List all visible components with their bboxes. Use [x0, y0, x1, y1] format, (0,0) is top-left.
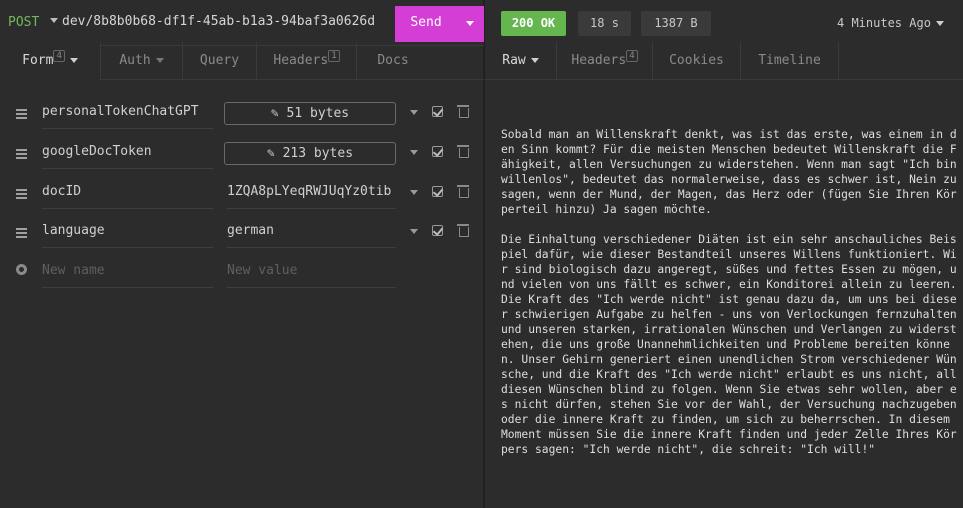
new-value-input[interactable]: New value: [227, 262, 396, 288]
history-dropdown[interactable]: 4 Minutes Ago: [837, 16, 944, 30]
tab-query[interactable]: Query: [183, 42, 257, 80]
drag-handle-icon[interactable]: [16, 189, 27, 199]
response-tabs: Raw Headers 4 Cookies Timeline: [485, 42, 963, 80]
tab-raw-label: Raw: [502, 53, 526, 68]
field-type-caret-icon[interactable]: [410, 190, 418, 195]
file-value-button[interactable]: ✎ 213 bytes: [224, 142, 396, 165]
enabled-checkbox[interactable]: [432, 146, 443, 157]
tab-raw[interactable]: Raw: [485, 42, 557, 80]
request-pane: POST dev/8b8b0b68-df1f-45ab-b1a3-94baf3a…: [0, 0, 484, 508]
response-headers-count-badge: 4: [626, 50, 638, 62]
field-type-caret-icon[interactable]: [410, 229, 418, 234]
file-size-label: 213 bytes: [282, 146, 354, 161]
tab-headers[interactable]: Headers 1: [257, 42, 357, 80]
send-label[interactable]: Send: [395, 15, 457, 30]
trash-icon[interactable]: [457, 185, 469, 198]
response-size-badge: 1387 B: [641, 11, 711, 36]
response-time-badge: 18 s: [578, 11, 631, 36]
field-type-caret-icon[interactable]: [410, 150, 418, 155]
file-size-label: 51 bytes: [286, 106, 350, 121]
enabled-checkbox[interactable]: [432, 186, 443, 197]
tab-docs-label: Docs: [377, 53, 409, 68]
method-select[interactable]: POST: [8, 15, 39, 30]
response-pane: 200 OK 18 s 1387 B 4 Minutes Ago Raw Hea…: [484, 0, 963, 508]
chevron-down-icon[interactable]: [530, 58, 539, 63]
drag-handle-icon[interactable]: [16, 228, 27, 238]
trash-icon[interactable]: [457, 224, 469, 237]
enabled-checkbox[interactable]: [432, 106, 443, 117]
tab-cookies-label: Cookies: [669, 53, 724, 68]
method-caret-icon[interactable]: [50, 18, 58, 23]
headers-count-badge: 1: [328, 50, 340, 62]
form-row: docID 1ZQA8pLYeqRWJUqYz0tib: [0, 179, 484, 219]
chevron-down-icon[interactable]: [155, 58, 164, 63]
tab-query-label: Query: [199, 53, 240, 68]
form-row: personalTokenChatGPT ✎ 51 bytes: [0, 99, 484, 139]
field-name-input[interactable]: docID: [42, 183, 213, 209]
edit-icon: ✎: [270, 106, 279, 121]
tab-timeline[interactable]: Timeline: [741, 42, 839, 80]
field-name-input[interactable]: personalTokenChatGPT: [42, 103, 213, 129]
edit-icon: ✎: [266, 146, 275, 161]
new-form-row: New name New value: [0, 258, 484, 298]
drag-handle-icon[interactable]: [16, 109, 27, 119]
tab-form[interactable]: Form 4: [0, 42, 101, 81]
history-label: 4 Minutes Ago: [837, 16, 931, 30]
file-value-button[interactable]: ✎ 51 bytes: [224, 102, 396, 125]
field-type-caret-icon[interactable]: [410, 110, 418, 115]
tab-response-headers[interactable]: Headers 4: [557, 42, 653, 80]
drag-handle-icon[interactable]: [16, 149, 27, 159]
field-name-input[interactable]: googleDocToken: [42, 143, 213, 169]
status-badge: 200 OK: [501, 11, 566, 36]
response-paragraph: Die Einhaltung verschiedener Diäten ist …: [501, 233, 957, 456]
gear-icon[interactable]: [16, 264, 27, 275]
enabled-checkbox[interactable]: [432, 225, 443, 236]
field-value-input[interactable]: 1ZQA8pLYeqRWJUqYz0tib: [227, 183, 396, 209]
tab-auth-label: Auth: [119, 53, 151, 68]
new-name-input[interactable]: New name: [42, 262, 213, 288]
field-value-input[interactable]: german: [227, 222, 396, 248]
form-count-badge: 4: [53, 50, 65, 62]
form-row: googleDocToken ✎ 213 bytes: [0, 139, 484, 179]
chevron-down-icon[interactable]: [935, 21, 944, 26]
tab-headers-label: Headers: [273, 53, 329, 68]
send-button[interactable]: Send: [395, 6, 484, 42]
chevron-down-icon[interactable]: [69, 58, 78, 63]
tab-cookies[interactable]: Cookies: [653, 42, 741, 80]
tab-auth[interactable]: Auth: [101, 42, 183, 80]
tab-docs[interactable]: Docs: [357, 42, 429, 80]
field-name-input[interactable]: language: [42, 222, 213, 248]
response-paragraph: Sobald man an Willenskraft denkt, was is…: [501, 128, 957, 216]
trash-icon[interactable]: [457, 105, 469, 118]
trash-icon[interactable]: [457, 145, 469, 158]
tab-response-headers-label: Headers: [571, 53, 627, 68]
send-options-caret-icon[interactable]: [466, 21, 474, 26]
url-input[interactable]: dev/8b8b0b68-df1f-45ab-b1a3-94baf3a0626d: [62, 14, 392, 29]
request-tabs: Form 4 Auth Query Headers 1 Docs: [0, 42, 484, 81]
url-bar: POST dev/8b8b0b68-df1f-45ab-b1a3-94baf3a…: [0, 0, 484, 46]
form-row: language german: [0, 218, 484, 258]
tab-timeline-label: Timeline: [758, 53, 821, 68]
tab-form-label: Form: [22, 53, 54, 68]
response-body[interactable]: Sobald man an Willenskraft denkt, was is…: [501, 127, 961, 472]
